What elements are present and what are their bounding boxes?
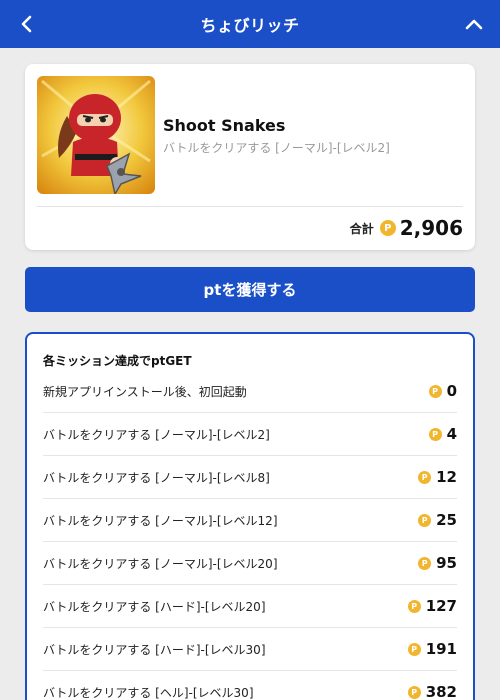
mission-label: バトルをクリアする [ハード]-[レベル30] (43, 642, 266, 657)
collapse-button[interactable] (458, 8, 490, 40)
mission-points: P 4 (428, 425, 457, 443)
mission-points-value: 25 (436, 511, 457, 529)
point-coin-icon: P (407, 642, 421, 656)
app-title: ちょびリッチ (200, 16, 300, 35)
mission-row: バトルをクリアする [ノーマル]-[レベル8] P 12 (43, 456, 457, 499)
divider (37, 206, 463, 207)
mission-label: バトルをクリアする [ヘル]-[レベル30] (43, 685, 254, 700)
chevron-up-icon (465, 19, 483, 30)
mission-row: バトルをクリアする [ノーマル]-[レベル20] P 95 (43, 542, 457, 585)
total-label: 合計 (349, 221, 374, 236)
app-card: Shoot Snakes バトルをクリアする [ノーマル]-[レベル2] 合計 … (25, 64, 475, 250)
point-coin-icon: P (407, 685, 421, 699)
mission-points-value: 127 (425, 597, 457, 615)
point-coin-icon: P (428, 384, 442, 398)
mission-row: 新規アプリインストール後、初回起動 P 0 (43, 370, 457, 413)
mission-heading: 各ミッション達成でptGET (43, 354, 192, 368)
mission-points: P 0 (428, 382, 457, 400)
mission-row: バトルをクリアする [ハード]-[レベル20] P 127 (43, 585, 457, 628)
mission-points: P 95 (418, 554, 457, 572)
mission-row: バトルをクリアする [ハード]-[レベル30] P 191 (43, 628, 457, 671)
mission-points-value: 191 (425, 640, 457, 658)
mission-label: バトルをクリアする [ノーマル]-[レベル8] (43, 470, 270, 485)
mission-row: バトルをクリアする [ノーマル]-[レベル12] P 25 (43, 499, 457, 542)
point-coin-icon: P (418, 470, 432, 484)
mission-points: P 25 (418, 511, 457, 529)
point-coin-icon: P (418, 513, 432, 527)
mission-label: バトルをクリアする [ハード]-[レベル20] (43, 599, 266, 614)
back-button[interactable] (10, 8, 42, 40)
app-subtitle: バトルをクリアする [ノーマル]-[レベル2] (163, 141, 390, 155)
total-value: 2,906 (399, 216, 463, 240)
mission-points-value: 382 (425, 683, 457, 700)
total-points: 合計 P 2,906 (350, 216, 463, 240)
point-coin-icon: P (407, 599, 421, 613)
mission-row: バトルをクリアする [ノーマル]-[レベル2] P 4 (43, 413, 457, 456)
get-points-button[interactable]: ptを獲得する (25, 267, 475, 312)
mission-label: バトルをクリアする [ノーマル]-[レベル12] (43, 513, 278, 528)
chevron-left-icon (21, 15, 32, 33)
mission-row: バトルをクリアする [ヘル]-[レベル30] P 382 (43, 671, 457, 700)
mission-points-value: 95 (436, 554, 457, 572)
mission-list: 各ミッション達成でptGET 新規アプリインストール後、初回起動 P 0 バトル… (25, 332, 475, 700)
top-bar: ちょびリッチ (0, 0, 500, 48)
app-name: Shoot Snakes (163, 116, 286, 135)
mission-points-value: 4 (446, 425, 457, 443)
mission-points: P 12 (418, 468, 457, 486)
point-coin-icon: P (428, 427, 442, 441)
mission-label: 新規アプリインストール後、初回起動 (43, 384, 247, 399)
mission-label: バトルをクリアする [ノーマル]-[レベル2] (43, 427, 270, 442)
point-coin-icon: P (379, 220, 396, 236)
mission-points-value: 0 (446, 382, 457, 400)
app-icon (37, 76, 155, 194)
mission-label: バトルをクリアする [ノーマル]-[レベル20] (43, 556, 278, 571)
mission-points: P 127 (407, 597, 457, 615)
mission-points: P 191 (407, 640, 457, 658)
mission-points-value: 12 (436, 468, 457, 486)
point-coin-icon: P (418, 556, 432, 570)
mission-points: P 382 (407, 683, 457, 700)
